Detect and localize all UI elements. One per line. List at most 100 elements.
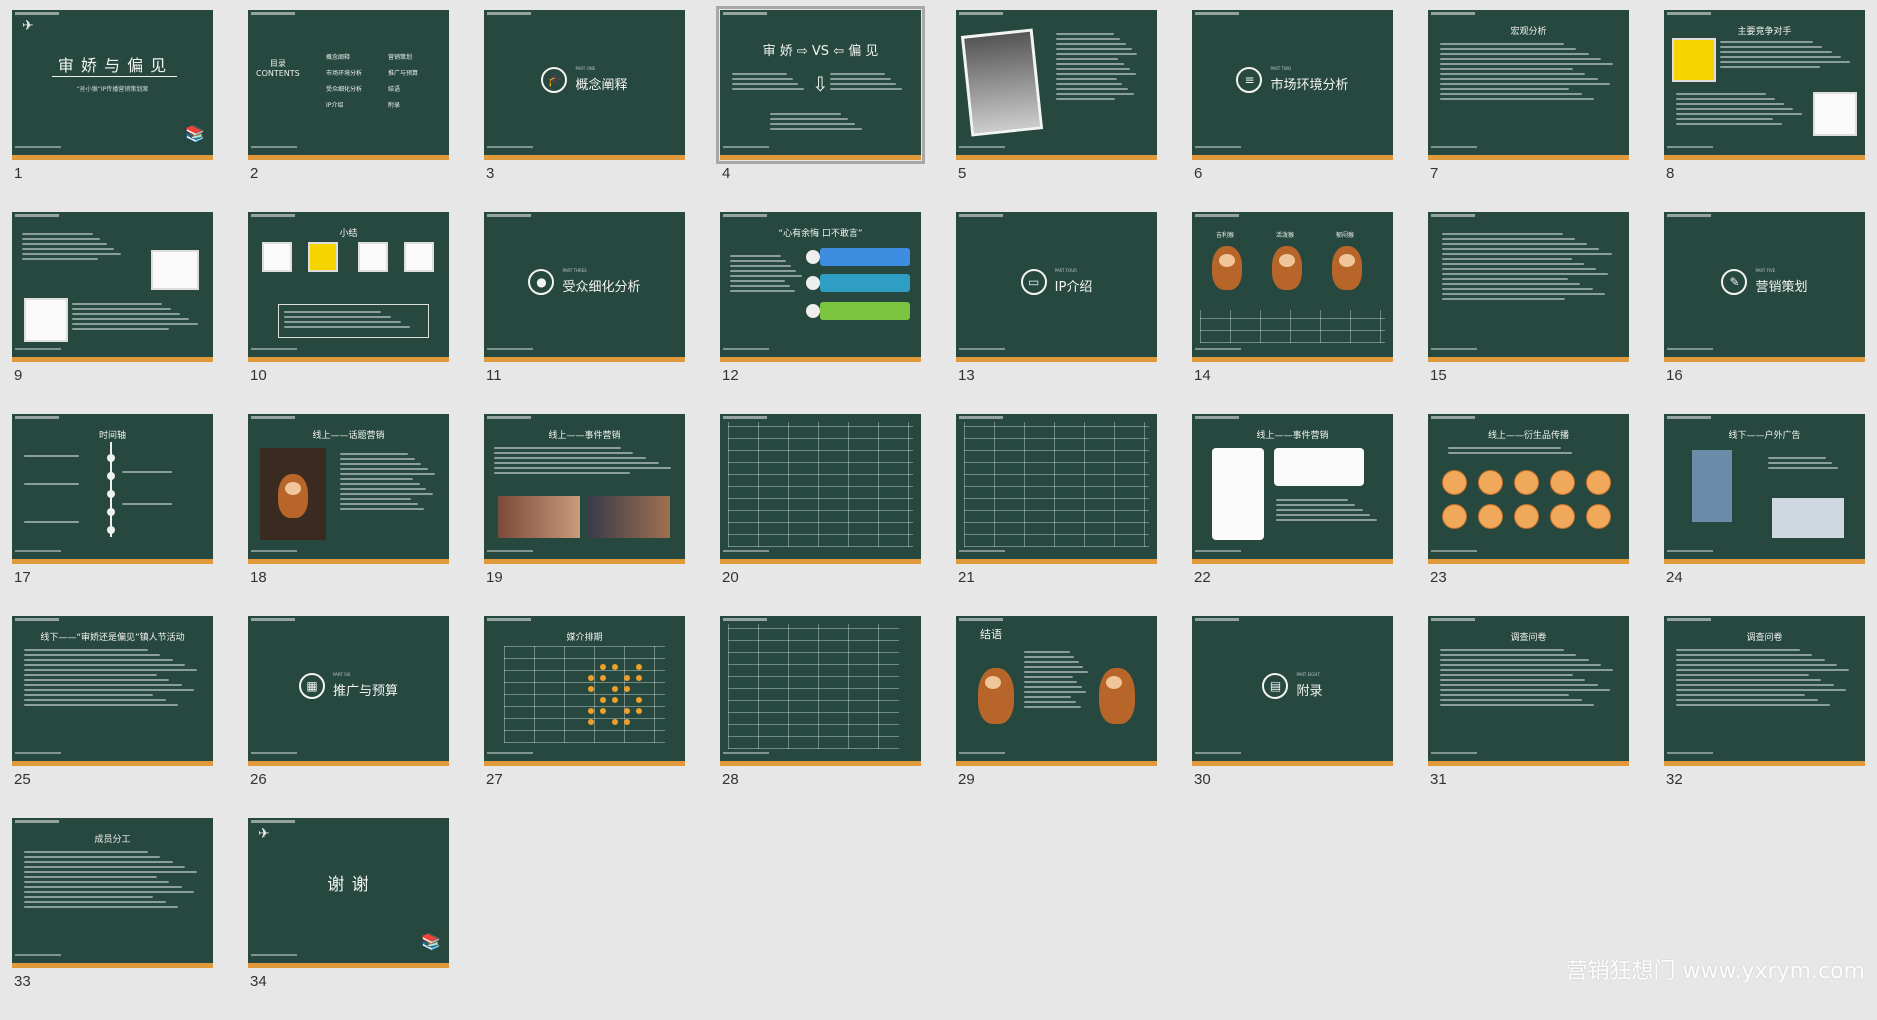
text-line <box>1056 33 1115 35</box>
data-table <box>728 422 913 547</box>
slide-number: 34 <box>250 973 267 990</box>
event-photo <box>588 496 670 538</box>
text-line <box>1676 674 1809 676</box>
slide-header-bar <box>1431 12 1475 15</box>
slide-thumbnail-13[interactable]: ▭ PART FOUR IP介绍 <box>956 212 1157 362</box>
slide-thumbnail-15[interactable] <box>1428 212 1629 362</box>
monkey-mascot <box>1272 246 1302 290</box>
text-line <box>770 128 862 130</box>
slide-thumbnail-8[interactable]: 主要竞争对手 <box>1664 10 1865 160</box>
slide-thumbnail-20[interactable] <box>720 414 921 564</box>
schedule-dot <box>636 664 642 670</box>
slide-header-bar <box>15 12 59 15</box>
slide-thumbnail-4[interactable]: 审 娇 ⇨ VS ⇦ 偏 见 ⇩ <box>716 6 925 164</box>
summary-image <box>308 242 338 272</box>
text-lines <box>830 70 909 93</box>
slide-header-bar <box>251 416 295 419</box>
slide-footer <box>1667 348 1713 350</box>
text-line <box>1440 63 1614 65</box>
slide-thumbnail-24[interactable]: 线下——户外广告 <box>1664 414 1865 564</box>
slide-number: 6 <box>1194 165 1203 182</box>
text-line <box>340 473 436 475</box>
slide-footer <box>15 146 61 148</box>
text-lines <box>770 110 871 133</box>
slide-cell: 主要竞争对手 8 <box>1664 10 1865 212</box>
text-line <box>122 503 172 505</box>
text-line <box>1276 514 1370 516</box>
slide-thumbnail-32[interactable]: 调查问卷 <box>1664 616 1865 766</box>
slide-header-bar <box>251 214 295 217</box>
document-icon: ▤ <box>1262 672 1289 699</box>
slide-thumbnail-26[interactable]: ▦ PART SIX 推广与预算 <box>248 616 449 766</box>
slide-title: 宏观分析 <box>1510 27 1547 37</box>
slide-thumbnail-22[interactable]: 线上——事件营销 <box>1192 414 1393 564</box>
slide-header-bar <box>723 12 767 15</box>
section-title: IP介绍 <box>1054 280 1093 295</box>
slide-thumbnail-25[interactable]: 线下——“审娇还是偏见”镇人节活动 <box>12 616 213 766</box>
section-text: PART TWO 市场环境分析 <box>1270 66 1348 93</box>
slide-title: 审 娇 ⇨ VS ⇦ 偏 见 <box>762 44 879 59</box>
slide-thumbnail-17[interactable]: 时间轴 <box>12 414 213 564</box>
text-line <box>732 78 793 80</box>
paper-plane-icon: ✈ <box>22 18 34 34</box>
section-part-label: PART FOUR <box>1054 268 1077 273</box>
slide-thumbnail-16[interactable]: ✎ PART FIVE 营销策划 <box>1664 212 1865 362</box>
slide-thumbnail-28[interactable] <box>720 616 921 766</box>
text-lines <box>24 848 201 911</box>
slide-thumbnail-3[interactable]: 🎓 PART ONE 概念阐释 <box>484 10 685 160</box>
slide-thumbnail-7[interactable]: 宏观分析 <box>1428 10 1629 160</box>
text-line <box>24 704 178 706</box>
text-line <box>24 679 170 681</box>
text-line <box>1768 457 1827 459</box>
slide-thumbnail-1[interactable]: 审 娇 与 偏 见 “孙小猴”IP传播营销策划案 ✈ 📚 <box>12 10 213 160</box>
schedule-dot <box>612 686 618 692</box>
slide-thumbnail-19[interactable]: 线上——事件营销 <box>484 414 685 564</box>
slide-header-bar <box>959 12 1003 15</box>
contents-item: 营销策划 <box>388 54 413 61</box>
slide-thumbnail-18[interactable]: 线上——话题营销 <box>248 414 449 564</box>
slide-thumbnail-30[interactable]: ▤ PART EIGHT 附录 <box>1192 616 1393 766</box>
slide-thumbnail-31[interactable]: 调查问卷 <box>1428 616 1629 766</box>
slide-number: 20 <box>722 569 739 586</box>
slide-thumbnail-5[interactable] <box>956 10 1157 160</box>
text-line <box>72 328 169 330</box>
slide-header-bar <box>1431 416 1475 419</box>
text-line <box>1440 694 1570 696</box>
slide-thumbnail-6[interactable]: ≡ PART TWO 市场环境分析 <box>1192 10 1393 160</box>
slide-thumbnail-12[interactable]: “心有余悔 口不敢言” <box>720 212 921 362</box>
schedule-dot <box>624 708 630 714</box>
slide-title: 线上——事件营销 <box>548 431 621 441</box>
text-line <box>72 308 172 310</box>
slide-header-bar <box>487 12 531 15</box>
slide-header-bar <box>1195 416 1239 419</box>
text-line <box>1676 704 1830 706</box>
slide-thumbnail-10[interactable]: 小结 <box>248 212 449 362</box>
monkey-label: 郁闷猴 <box>1336 232 1355 239</box>
slide-title: 线下——户外广告 <box>1728 431 1801 441</box>
slide-thumbnail-27[interactable]: 媒介排期 <box>484 616 685 766</box>
slide-thumbnail-9[interactable] <box>12 212 213 362</box>
text-line <box>1056 43 1126 45</box>
slide-thumbnail-11[interactable]: ● PART THREE 受众细化分析 <box>484 212 685 362</box>
slide-header-bar <box>251 618 295 621</box>
schedule-dot <box>624 686 630 692</box>
slide-title: “心有余悔 口不敢言” <box>778 229 863 239</box>
text-line <box>1056 68 1130 70</box>
slide-thumbnail-29[interactable]: 结语 <box>956 616 1157 766</box>
slide-cell: 调查问卷 32 <box>1664 616 1865 818</box>
slide-thumbnail-21[interactable] <box>956 414 1157 564</box>
text-lines <box>22 230 123 263</box>
slide-thumbnail-23[interactable]: 线上——衍生品传播 <box>1428 414 1629 564</box>
slide-thumbnail-14[interactable]: 吉利猴 活泼猴 郁闷猴 <box>1192 212 1393 362</box>
slide-thumbnail-2[interactable]: 目录 CONTENTS 概念阐释 市场环境分析 受众细化分析 IP介绍 营销策划 推广与预算… <box>248 10 449 160</box>
competitor-logo <box>1672 38 1716 82</box>
slide-cell: 审 娇 与 偏 见 “孙小猴”IP传播营销策划案 ✈ 📚 1 <box>12 10 213 212</box>
text-line <box>24 669 198 671</box>
text-lines <box>730 252 803 295</box>
slide-thumbnail-34[interactable]: 谢 谢 ✈ 📚 <box>248 818 449 968</box>
text-line <box>730 270 797 272</box>
graduation-cap-icon: 🎓 <box>541 66 568 93</box>
slide-cell: 🎓 PART ONE 概念阐释 3 <box>484 10 685 212</box>
slide-cell: 5 <box>956 10 1157 212</box>
slide-thumbnail-33[interactable]: 成员分工 <box>12 818 213 968</box>
